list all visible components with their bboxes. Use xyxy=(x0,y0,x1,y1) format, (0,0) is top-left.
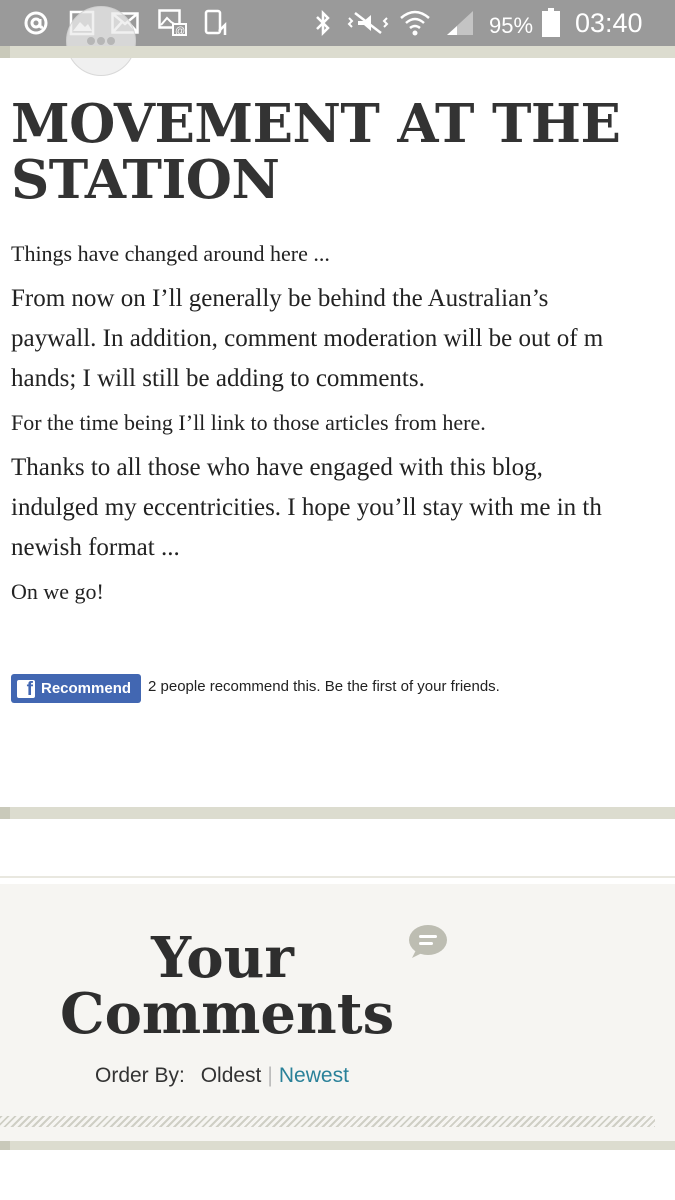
at-icon xyxy=(22,9,50,37)
order-newest-link[interactable]: Newest xyxy=(279,1064,349,1087)
post-paragraph: paywall. In addition, comment moderation… xyxy=(11,325,604,352)
comments-title: Your Comments xyxy=(60,925,395,1047)
divider xyxy=(0,876,675,878)
section-band xyxy=(0,807,675,819)
wifi-icon xyxy=(398,9,432,37)
vibrate-icon xyxy=(345,9,391,37)
post-paragraph: hands; I will still be adding to comment… xyxy=(11,365,425,392)
post-paragraph: newish format ... xyxy=(11,534,180,561)
battery-icon xyxy=(540,8,562,37)
recommend-count-text: 2 people recommend this. Be the first of… xyxy=(148,678,500,695)
post-paragraph: indulged my eccentricities. I hope you’l… xyxy=(11,494,602,521)
facebook-recommend-button[interactable]: f Recommend xyxy=(11,674,141,703)
touch-indicator xyxy=(66,6,136,76)
recommend-label: Recommend xyxy=(41,680,132,697)
facebook-icon: f xyxy=(17,679,35,699)
post-paragraph: From now on I’ll generally be behind the… xyxy=(11,285,549,312)
header-band xyxy=(0,46,675,58)
post-paragraph: Thanks to all those who have engaged wit… xyxy=(11,454,543,481)
footer-band xyxy=(0,1141,675,1150)
post-paragraph: Things have changed around here ... xyxy=(11,241,330,266)
order-by-label: Order By: xyxy=(95,1064,185,1087)
status-time: 03:40 xyxy=(575,8,643,38)
order-by-control: Order By: Oldest | Newest xyxy=(95,1064,349,1087)
post-paragraph: For the time being I’ll link to those ar… xyxy=(11,410,486,435)
mail-image-icon: @ xyxy=(157,9,189,37)
order-oldest-link[interactable]: Oldest xyxy=(201,1064,262,1087)
battery-percent: 95% xyxy=(489,13,534,38)
svg-text:@: @ xyxy=(175,26,185,37)
hatched-divider xyxy=(0,1116,655,1127)
signal-icon xyxy=(444,9,476,37)
phone-sync-icon xyxy=(202,9,230,37)
comment-bubble-icon xyxy=(408,924,448,965)
post-title: MOVEMENT AT THE STATION xyxy=(11,93,621,211)
post-paragraph: On we go! xyxy=(11,579,104,604)
bluetooth-icon xyxy=(312,9,334,37)
